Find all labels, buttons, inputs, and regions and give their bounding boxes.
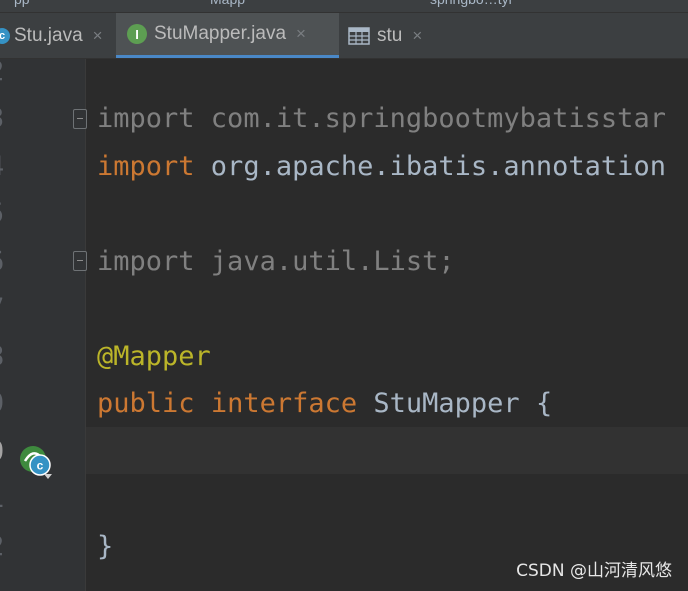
code-line-4: import org.apache.ibatis.annotation: [97, 143, 666, 190]
tab-stumapper-java[interactable]: I StuMapper.java ×: [116, 13, 339, 58]
import-path: java.util.List;: [194, 246, 455, 277]
close-icon[interactable]: ×: [412, 26, 422, 46]
fold-toggle-icon[interactable]: [73, 251, 87, 271]
breadcrumb-item[interactable]: springbo…tyl: [430, 0, 512, 9]
import-keyword: import: [97, 246, 195, 277]
import-path: org.apache.ibatis.annotation: [194, 151, 666, 182]
line-number: 5: [0, 190, 12, 237]
interface-icon: I: [127, 24, 147, 44]
tab-label: Stu.java: [14, 24, 83, 46]
fold-toggle-icon[interactable]: [73, 109, 87, 129]
line-number: 4: [0, 143, 12, 190]
line-number: 1: [0, 475, 12, 522]
interface-keyword: interface: [210, 388, 358, 419]
close-icon[interactable]: ×: [93, 26, 103, 46]
line-number: 7: [0, 285, 12, 332]
caret-line-highlight: [86, 427, 688, 474]
line-number: 3: [0, 95, 12, 142]
tab-label: StuMapper.java: [154, 23, 287, 44]
code-line-9: public interface StuMapper {: [97, 380, 552, 427]
interface-name: StuMapper: [373, 388, 520, 419]
public-keyword: public: [97, 388, 195, 419]
code-line-8: @Mapper: [97, 333, 211, 380]
table-icon: [348, 26, 370, 45]
line-number-gutter[interactable]: 2 3 4 5 6 7 8 9 0 1 2 c: [0, 56, 87, 591]
close-brace: }: [97, 531, 114, 562]
line-number: 8: [0, 333, 12, 380]
implemented-by-icon[interactable]: c: [18, 444, 54, 480]
mapper-annotation: @Mapper: [97, 341, 211, 372]
breadcrumb-item[interactable]: pp: [14, 0, 30, 9]
tab-stu-java[interactable]: c Stu.java ×: [0, 13, 114, 58]
line-number: 2: [0, 48, 12, 95]
close-icon[interactable]: ×: [296, 24, 306, 44]
editor-tab-bar: c Stu.java × I StuMapper.java × stu ×: [0, 13, 688, 59]
import-keyword: import: [97, 151, 195, 182]
watermark: CSDN @山河清风悠: [516, 561, 672, 581]
code-editor[interactable]: import com.it.springbootmybatisstar impo…: [86, 59, 688, 591]
navigation-bar: pp Mapp springbo…tyl: [0, 0, 688, 13]
tab-stu-table[interactable]: stu ×: [348, 13, 448, 58]
line-number: 6: [0, 238, 12, 285]
class-icon: c: [0, 27, 10, 44]
line-number: 0: [0, 428, 12, 475]
svg-text:c: c: [37, 459, 44, 473]
tab-label: stu: [377, 24, 403, 46]
import-keyword: import: [97, 103, 195, 134]
open-brace: {: [535, 388, 553, 419]
line-number: 9: [0, 380, 12, 427]
line-number: 2: [0, 523, 12, 570]
import-path: com.it.springbootmybatisstar: [194, 103, 666, 134]
code-line-6: import java.util.List;: [97, 238, 455, 285]
breadcrumb-item[interactable]: Mapp: [210, 0, 245, 9]
code-line-12: }: [97, 523, 113, 570]
code-line-3: import com.it.springbootmybatisstar: [97, 95, 666, 142]
